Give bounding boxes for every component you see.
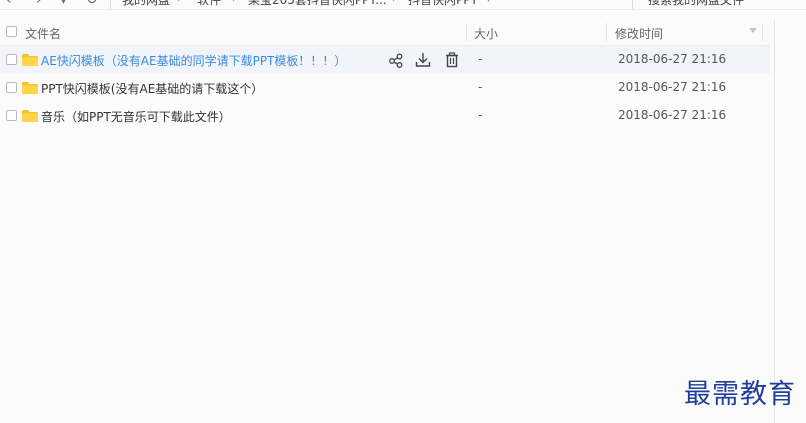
download-icon[interactable]: [414, 51, 432, 69]
file-name-link[interactable]: AE快闪模板（没有AE基础的同学请下载PPT模板！！！）: [41, 52, 346, 69]
file-modified-time: 2018-06-27 21:16: [618, 80, 727, 94]
file-size: -: [478, 108, 483, 122]
breadcrumb-item-4[interactable]: 抖音快闪PPT: [408, 0, 478, 8]
toolbar-divider: [632, 0, 633, 9]
file-name-link[interactable]: 音乐（如PPT无音乐可下载此文件）: [41, 108, 231, 125]
folder-icon: [22, 110, 38, 122]
chevron-down-icon[interactable]: ▾: [486, 0, 491, 8]
breadcrumb-separator: ›: [232, 0, 236, 8]
row-checkbox[interactable]: [6, 82, 17, 93]
file-list-header: 文件名 大小 修改时间: [0, 19, 770, 46]
column-divider[interactable]: [606, 23, 607, 41]
file-size: -: [478, 52, 483, 66]
row-checkbox[interactable]: [6, 54, 17, 65]
breadcrumb-item-1[interactable]: 我的网盘: [122, 0, 170, 8]
toolbar-divider: [110, 0, 111, 9]
back-arrow-icon[interactable]: ‹: [6, 0, 12, 8]
top-toolbar: ‹ › ▾ ↻ 我的网盘 › 软件 › 某宝205套抖音快闪PPT... › 抖…: [0, 0, 806, 10]
search-input[interactable]: 搜索我的网盘文件: [648, 0, 744, 8]
row-checkbox[interactable]: [6, 110, 17, 121]
forward-arrow-icon[interactable]: ›: [36, 0, 42, 8]
vertical-scrollbar[interactable]: [774, 19, 775, 423]
file-modified-time: 2018-06-27 21:16: [618, 52, 727, 66]
breadcrumb-item-3[interactable]: 某宝205套抖音快闪PPT...: [248, 0, 387, 8]
refresh-icon[interactable]: ↻: [86, 0, 98, 8]
column-divider[interactable]: [466, 23, 467, 41]
file-name-link[interactable]: PPT快闪模板(没有AE基础的请下载这个）: [41, 80, 263, 97]
folder-icon: [22, 82, 38, 94]
column-header-modified[interactable]: 修改时间: [615, 25, 663, 42]
file-modified-time: 2018-06-27 21:16: [618, 108, 727, 122]
column-header-name[interactable]: 文件名: [25, 25, 61, 42]
table-row[interactable]: AE快闪模板（没有AE基础的同学请下载PPT模板！！！） - 2018-06-2…: [0, 46, 770, 74]
sort-chevron-icon[interactable]: [749, 28, 757, 33]
breadcrumb-separator: ›: [177, 0, 181, 8]
file-size: -: [478, 80, 483, 94]
share-icon[interactable]: [387, 51, 405, 69]
breadcrumb-separator: ›: [392, 0, 396, 8]
select-all-checkbox[interactable]: [6, 26, 17, 37]
delete-icon[interactable]: [443, 51, 461, 69]
column-divider: [762, 23, 763, 41]
chevron-down-icon[interactable]: ▾: [60, 0, 67, 8]
folder-icon: [22, 54, 38, 66]
watermark-text: 最需教育: [684, 379, 796, 410]
breadcrumb-item-2[interactable]: 软件: [197, 0, 221, 8]
table-row[interactable]: PPT快闪模板(没有AE基础的请下载这个） - 2018-06-27 21:16: [0, 74, 770, 102]
table-row[interactable]: 音乐（如PPT无音乐可下载此文件） - 2018-06-27 21:16: [0, 102, 770, 130]
column-header-size[interactable]: 大小: [474, 25, 498, 42]
